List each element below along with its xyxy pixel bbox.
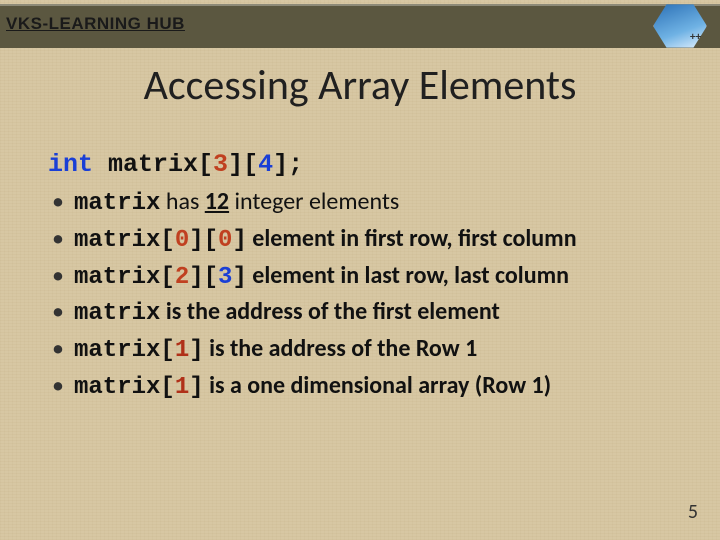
bullet-2: matrix[0][0] element in first row, first… — [48, 222, 688, 259]
declaration-line: int matrix[3][4]; — [48, 150, 688, 179]
cpp-plus-plus: ++ — [690, 30, 701, 43]
slide-title: Accessing Array Elements — [0, 60, 720, 111]
keyword-int: int — [48, 150, 93, 179]
slide: VKS-LEARNING HUB ++ Accessing Array Elem… — [0, 0, 720, 540]
slide-body: int matrix[3][4]; matrix has 12 integer … — [48, 150, 688, 406]
bullet-list: matrix has 12 integer elements matrix[0]… — [48, 185, 688, 406]
brand-label: VKS-LEARNING HUB — [6, 14, 185, 34]
cpp-logo: ++ — [650, 2, 712, 52]
bullet-1: matrix has 12 integer elements — [48, 185, 688, 222]
bullet-3: matrix[2][3] element in last row, last c… — [48, 259, 688, 296]
bullet-5: matrix[1] is the address of the Row 1 — [48, 332, 688, 369]
bullet-4: matrix is the address of the first eleme… — [48, 295, 688, 332]
page-number: 5 — [688, 500, 698, 524]
bullet-6: matrix[1] is a one dimensional array (Ro… — [48, 369, 688, 406]
